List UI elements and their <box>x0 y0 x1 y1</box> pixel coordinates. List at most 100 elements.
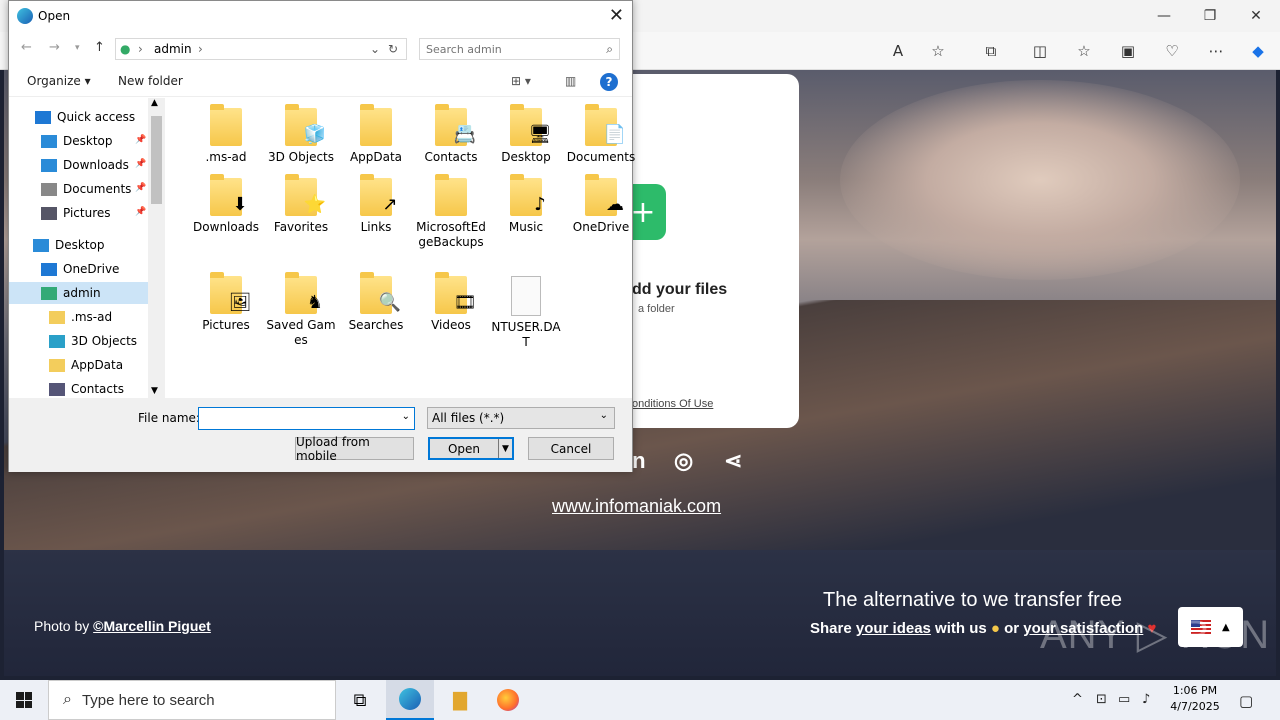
anyrun-watermark: ANY ▷ RUN <box>1040 613 1271 657</box>
infomaniak-link[interactable]: www.infomaniak.com <box>552 496 721 517</box>
instagram-icon[interactable]: ◎ <box>674 448 693 474</box>
file-name-input[interactable] <box>203 409 393 428</box>
copilot-icon[interactable]: ◆ <box>1246 40 1270 62</box>
tree-item-downloads[interactable]: Downloads <box>41 154 129 176</box>
share-icon[interactable]: ⋖ <box>724 448 742 474</box>
tree-item-onedrive[interactable]: OneDrive <box>41 258 119 280</box>
address-bar[interactable]: ● › admin › ⌄ ↻ <box>115 38 407 60</box>
file-item-pictures[interactable]: 🖼 Pictures <box>189 272 263 333</box>
tree-item-pictures[interactable]: Pictures <box>41 202 111 224</box>
file-item-desktop[interactable]: 🖥 Desktop <box>489 104 563 165</box>
file-explorer-icon[interactable]: ▇ <box>436 680 484 720</box>
restore-button[interactable]: ❐ <box>1187 0 1233 32</box>
tree-item-admin[interactable]: admin <box>9 282 148 304</box>
file-item-music[interactable]: ♪ Music <box>489 174 563 235</box>
photographer-link[interactable]: ©Marcellin Piguet <box>93 618 211 634</box>
tree-item-desktop[interactable]: Desktop <box>33 234 105 256</box>
network-status-icon[interactable]: ⊡ <box>1096 692 1107 707</box>
preview-pane-icon[interactable]: ▥ <box>565 74 576 88</box>
firefox-icon[interactable] <box>484 680 532 720</box>
file-item-3d-objects[interactable]: 🧊 3D Objects <box>264 104 338 165</box>
help-icon[interactable]: ? <box>600 73 618 91</box>
search-box[interactable]: ⌕ <box>419 38 620 60</box>
notifications-icon[interactable]: ▢ <box>1239 692 1253 710</box>
close-button[interactable]: ✕ <box>1233 0 1279 32</box>
scrollbar-thumb[interactable] <box>151 116 162 204</box>
open-dropdown-icon[interactable]: ▼ <box>498 439 512 458</box>
file-item-searches[interactable]: 🔍 Searches <box>339 272 413 333</box>
chevron-down-icon[interactable]: ⌄ <box>370 42 380 56</box>
cube-icon <box>49 334 65 348</box>
new-folder-button[interactable]: New folder <box>118 74 183 88</box>
recent-dropdown-icon[interactable]: ▾ <box>75 43 80 53</box>
command-bar: Organize ▾ New folder ⊞ ▾ ▥ ? <box>9 67 632 97</box>
favorites-icon[interactable]: ☆ <box>1072 40 1096 62</box>
open-button[interactable]: Open ▼ <box>428 437 514 460</box>
refresh-icon[interactable]: ↻ <box>388 42 398 56</box>
forward-arrow-icon[interactable]: → <box>49 40 60 55</box>
up-arrow-icon[interactable]: ↑ <box>94 40 105 55</box>
file-item-label: Links <box>360 220 392 234</box>
navigation-scrollbar[interactable]: ▲ ▼ <box>148 98 165 398</box>
file-item-contacts[interactable]: 📇 Contacts <box>414 104 488 165</box>
file-item-onedrive[interactable]: ☁ OneDrive <box>564 174 638 235</box>
back-arrow-icon[interactable]: ← <box>21 40 32 55</box>
tree-item-appdata[interactable]: AppData <box>49 354 123 376</box>
tree-item-label: Documents <box>63 182 132 196</box>
folder-overlay-icon: 🔍 <box>378 291 402 313</box>
tree-item-contacts[interactable]: Contacts <box>49 378 124 398</box>
minimize-button[interactable]: — <box>1141 0 1187 32</box>
scroll-down-icon[interactable]: ▼ <box>151 386 158 396</box>
cancel-button[interactable]: Cancel <box>528 437 614 460</box>
tree-item-quick-access[interactable]: Quick access <box>35 106 135 128</box>
more-options-icon[interactable]: ⋯ <box>1204 40 1228 62</box>
upload-from-mobile-button[interactable]: Upload from mobile <box>295 435 414 463</box>
file-item-videos[interactable]: 🎞 Videos <box>414 272 488 333</box>
file-item-downloads[interactable]: ⬇ Downloads <box>189 174 263 235</box>
breadcrumb-admin[interactable]: admin <box>154 42 192 56</box>
show-hidden-icons-icon[interactable]: ^ <box>1072 692 1083 707</box>
split-screen-icon[interactable]: ◫ <box>1028 40 1052 62</box>
scroll-up-icon[interactable]: ▲ <box>151 98 158 108</box>
task-view-icon[interactable]: ⧉ <box>336 680 384 720</box>
file-type-select[interactable]: All files (*.*) ⌄ <box>427 407 615 429</box>
file-item-links[interactable]: ↗ Links <box>339 174 413 235</box>
extensions-icon[interactable]: ⧉ <box>979 40 1003 62</box>
performance-icon[interactable]: ♡ <box>1160 40 1184 62</box>
collections-icon[interactable]: ▣ <box>1116 40 1140 62</box>
folder-icon: 🖥 <box>510 104 551 146</box>
taskbar-search[interactable]: ⌕ Type here to search <box>48 680 336 720</box>
file-item-saved-games[interactable]: ♞ Saved Games <box>264 272 338 348</box>
network-icon[interactable]: ▭ <box>1118 692 1130 707</box>
file-name-field[interactable]: ⌄ <box>198 407 415 430</box>
file-item-favorites[interactable]: ⭐ Favorites <box>264 174 338 235</box>
folder-icon: 🎞 <box>435 272 476 314</box>
view-options-icon[interactable]: ⊞ ▾ <box>511 74 531 88</box>
document-icon <box>41 182 57 196</box>
tree-item-documents[interactable]: Documents <box>41 178 131 200</box>
tree-item-desktop[interactable]: Desktop <box>41 130 113 152</box>
dialog-close-button[interactable]: ✕ <box>609 5 624 26</box>
file-item-appdata[interactable]: AppData <box>339 104 413 165</box>
edge-taskbar-icon[interactable] <box>386 680 434 720</box>
your-ideas-link[interactable]: your ideas <box>856 620 931 637</box>
file-item-microsoftedgebackups[interactable]: MicrosoftEdgeBackups <box>414 174 488 250</box>
volume-icon[interactable]: ♪ <box>1142 692 1150 707</box>
search-input[interactable] <box>426 40 596 58</box>
chevron-down-icon[interactable]: ⌄ <box>402 411 410 422</box>
read-aloud-icon[interactable]: A <box>886 40 910 62</box>
tree-item-3d-objects[interactable]: 3D Objects <box>49 330 137 352</box>
clock[interactable]: 1:06 PM 4/7/2025 <box>1170 683 1220 715</box>
file-item-ms-ad[interactable]: .ms-ad <box>189 104 263 165</box>
folder-icon: ⭐ <box>285 174 326 216</box>
start-button[interactable] <box>0 680 48 720</box>
favorite-star-icon[interactable]: ☆ <box>926 40 950 62</box>
folder-overlay-icon: ↗ <box>382 193 398 215</box>
add-folder-label[interactable]: a folder <box>638 303 675 315</box>
organize-button[interactable]: Organize ▾ <box>27 74 91 88</box>
file-item-ntuser-dat[interactable]: NTUSER.DAT <box>489 276 563 350</box>
file-item-documents[interactable]: 📄 Documents <box>564 104 638 165</box>
tree-item-ms-ad[interactable]: .ms-ad <box>49 306 112 328</box>
terms-link[interactable]: onditions Of Use <box>632 398 713 410</box>
tree-item-label: admin <box>63 286 101 300</box>
